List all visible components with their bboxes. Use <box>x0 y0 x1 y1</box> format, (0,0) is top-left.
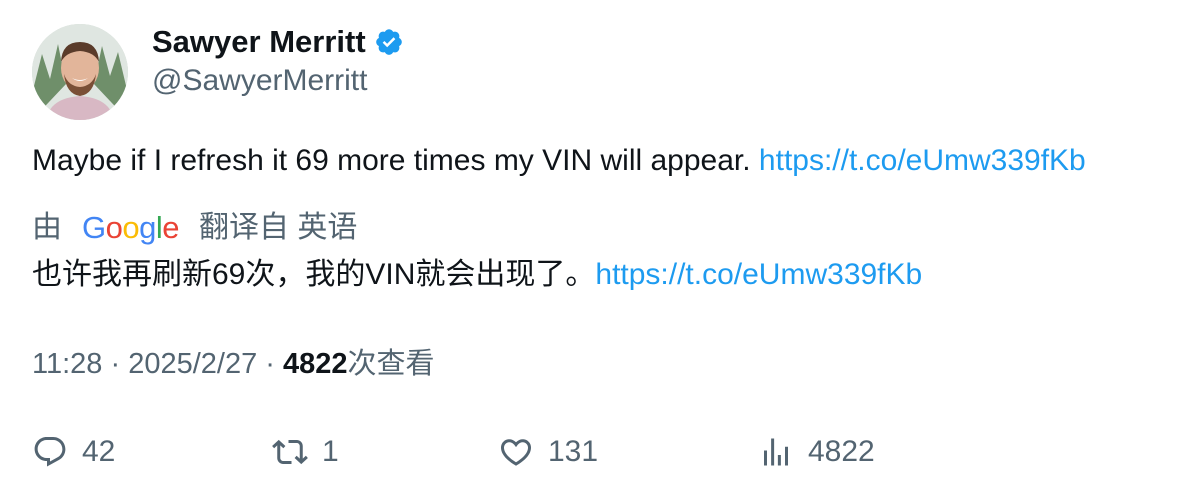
translation-prefix: 由 <box>32 211 62 244</box>
views-button[interactable]: 4822 <box>758 428 875 476</box>
google-letter: o <box>105 210 123 245</box>
google-letter: e <box>162 210 180 245</box>
tweet-meta: 11:28 · 2025/2/27 · 4822次查看 <box>32 344 435 384</box>
reply-button[interactable]: 42 <box>32 428 115 476</box>
heart-icon <box>500 439 532 466</box>
translated-link[interactable]: https://t.co/eUmw339fKb <box>595 258 922 291</box>
tweet-text: Maybe if I refresh it 69 more times my V… <box>32 141 1086 181</box>
like-count: 131 <box>548 435 599 468</box>
views-total: 4822 <box>808 435 875 468</box>
tweet-date[interactable]: 2025/2/27 <box>128 348 257 380</box>
avatar-image <box>32 24 128 120</box>
views-count: 4822 <box>283 348 348 380</box>
action-bar: 42 1 131 4822 <box>0 428 1196 476</box>
retweet-icon <box>272 439 308 465</box>
translation-suffix: 翻译自 英语 <box>199 211 358 244</box>
author-handle[interactable]: @SawyerMerritt <box>152 62 367 100</box>
retweet-count: 1 <box>322 435 339 468</box>
meta-separator: · <box>102 348 129 380</box>
google-letter: G <box>82 210 106 245</box>
verified-badge-icon <box>374 27 404 57</box>
reply-icon <box>34 437 66 467</box>
author-name-row: Sawyer Merritt <box>152 22 404 62</box>
author-display-name[interactable]: Sawyer Merritt <box>152 22 366 62</box>
translation-attribution: 由 G o o g l e 翻译自 英语 <box>32 208 357 248</box>
google-letter: o <box>122 210 140 245</box>
reply-count: 42 <box>82 435 116 468</box>
retweet-button[interactable]: 1 <box>272 428 339 476</box>
translated-body: 也许我再刷新69次，我的VIN就会出现了。 <box>32 258 596 291</box>
translated-text: 也许我再刷新69次，我的VIN就会出现了。https://t.co/eUmw33… <box>32 255 922 295</box>
tweet-body: Maybe if I refresh it 69 more times my V… <box>32 144 759 177</box>
google-letter: g <box>139 210 156 245</box>
tweet-time[interactable]: 11:28 <box>32 348 102 380</box>
meta-separator: · <box>257 348 283 380</box>
google-logo[interactable]: G o o g l e <box>82 208 180 248</box>
views-label: 次查看 <box>347 348 435 380</box>
like-button[interactable]: 131 <box>498 428 598 476</box>
views-bar-chart-icon <box>764 438 788 466</box>
avatar[interactable] <box>32 24 128 120</box>
tweet-link[interactable]: https://t.co/eUmw339fKb <box>759 144 1086 177</box>
